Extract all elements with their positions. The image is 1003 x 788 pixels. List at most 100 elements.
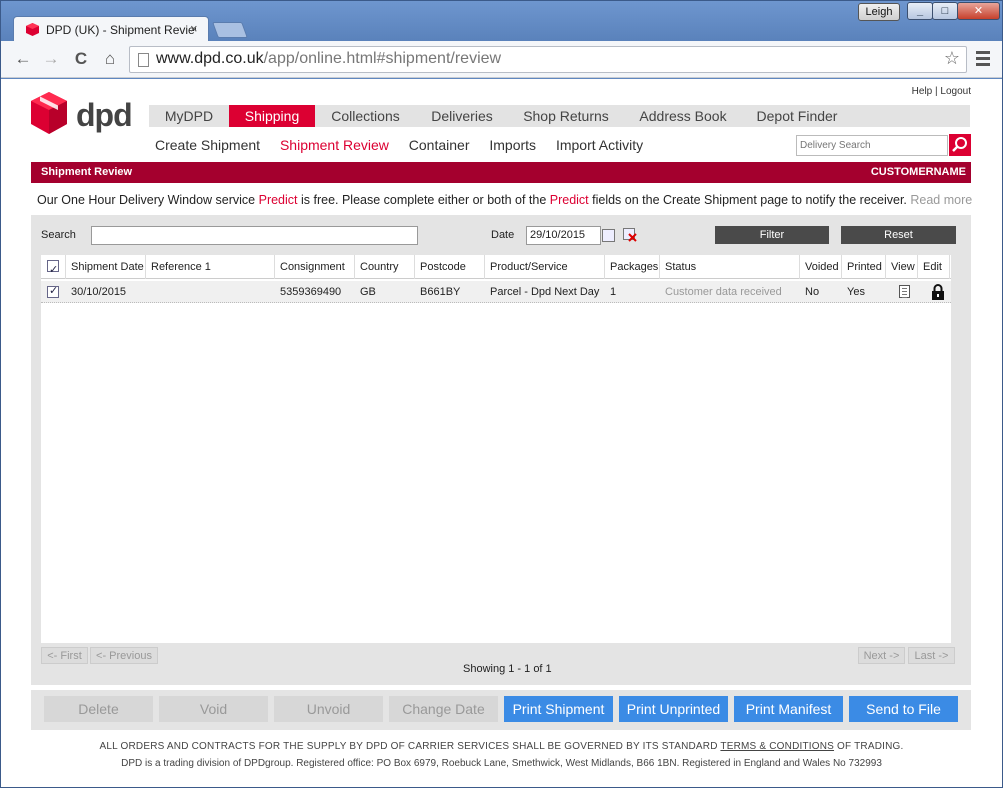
subnav-import-activity[interactable]: Import Activity [556, 137, 643, 153]
dpd-logo[interactable]: dpd [31, 92, 133, 138]
void-button[interactable]: Void [159, 696, 268, 722]
nav-collections[interactable]: Collections [319, 105, 412, 127]
footer-registration: DPD is a trading division of DPDgroup. R… [121, 758, 882, 769]
filter-button[interactable]: Filter [715, 226, 829, 244]
last-page-button[interactable]: Last -> [908, 647, 955, 664]
date-label: Date [491, 229, 515, 241]
send-to-file-button[interactable]: Send to File [849, 696, 958, 722]
cell-consignment: 5359369490 [280, 286, 342, 298]
col-product-service[interactable]: Product/Service [485, 255, 605, 279]
nav-shipping[interactable]: Shipping [229, 105, 315, 127]
url-text: www.dpd.co.uk/app/online.html#shipment/r… [156, 50, 502, 67]
main-nav: MyDPD Shipping Collections Deliveries Sh… [149, 105, 970, 127]
browser-toolbar: ← → C ⌂ www.dpd.co.uk/app/online.html#sh… [1, 41, 1002, 78]
maximize-button[interactable]: □ [932, 2, 958, 20]
home-icon[interactable]: ⌂ [100, 49, 120, 69]
calendar-icon[interactable] [602, 229, 615, 242]
nav-mydpd[interactable]: MyDPD [149, 105, 229, 127]
back-icon[interactable]: ← [13, 49, 33, 69]
new-tab-button[interactable] [212, 22, 248, 38]
select-all-cell [41, 255, 66, 282]
cell-status: Customer data received [665, 286, 782, 298]
menu-icon[interactable] [976, 51, 990, 67]
browser-tab[interactable]: DPD (UK) - Shipment Review × [13, 16, 209, 42]
cell-country: GB [360, 286, 376, 298]
col-consignment[interactable]: Consignment [275, 255, 355, 279]
nav-address-book[interactable]: Address Book [633, 105, 733, 127]
tab-title: DPD (UK) - Shipment Review [46, 23, 196, 37]
profile-user-button[interactable]: Leigh [858, 3, 900, 21]
review-panel: Search Date 29/10/2015 Filter Reset Ship… [31, 215, 971, 685]
predict-highlight: Predict [258, 193, 298, 207]
grid-header: Shipment Date Reference 1 Consignment Co… [41, 255, 951, 282]
search-input[interactable] [91, 226, 418, 245]
cell-product: Parcel - Dpd Next Day [490, 286, 600, 298]
cell-packages: 1 [610, 286, 617, 298]
col-postcode[interactable]: Postcode [415, 255, 485, 279]
subnav-container[interactable]: Container [409, 137, 470, 153]
print-shipment-button[interactable]: Print Shipment [504, 696, 613, 722]
col-view[interactable]: View [886, 255, 918, 279]
browser-window: DPD (UK) - Shipment Review × Leigh _ □ ✕… [0, 0, 1003, 788]
cell-shipment-date: 30/10/2015 [71, 286, 127, 298]
logo-wordmark: dpd [76, 97, 133, 133]
action-bar: Delete Void Unvoid Change Date Print Shi… [31, 690, 971, 730]
shipments-grid: Shipment Date Reference 1 Consignment Co… [41, 255, 951, 643]
col-status[interactable]: Status [660, 255, 800, 279]
reload-icon[interactable]: C [71, 49, 91, 69]
link-separator: | [935, 86, 938, 97]
forward-icon[interactable]: → [41, 49, 61, 69]
minimize-button[interactable]: _ [907, 2, 933, 20]
bookmark-star-icon[interactable]: ☆ [944, 48, 960, 69]
unvoid-button[interactable]: Unvoid [274, 696, 383, 722]
subnav-create-shipment[interactable]: Create Shipment [155, 137, 260, 153]
nav-deliveries[interactable]: Deliveries [417, 105, 507, 127]
change-date-button[interactable]: Change Date [389, 696, 498, 722]
next-page-button[interactable]: Next -> [858, 647, 905, 664]
clear-date-icon[interactable] [623, 228, 637, 242]
logout-link[interactable]: Logout [940, 86, 971, 97]
read-more-link[interactable]: Read more [910, 193, 972, 207]
customer-name: CUSTOMERNAME [870, 166, 966, 178]
col-printed[interactable]: Printed [842, 255, 886, 279]
shipment-review-banner: Shipment Review CUSTOMERNAME [31, 162, 971, 183]
delete-button[interactable]: Delete [44, 696, 153, 722]
search-label: Search [41, 229, 76, 241]
title-bar: DPD (UK) - Shipment Review × Leigh _ □ ✕ [1, 1, 1002, 42]
delivery-search-input[interactable] [796, 135, 948, 156]
col-packages[interactable]: Packages [605, 255, 660, 279]
pagination-status: Showing 1 - 1 of 1 [463, 663, 552, 675]
tab-close-icon[interactable]: × [190, 21, 198, 36]
web-page: dpd Help | Logout MyDPD Shipping Collect… [1, 79, 1002, 787]
lock-icon[interactable] [931, 284, 945, 300]
col-country[interactable]: Country [355, 255, 415, 279]
page-icon [138, 53, 149, 67]
help-link[interactable]: Help [912, 86, 933, 97]
nav-shop-returns[interactable]: Shop Returns [517, 105, 615, 127]
predict-message: Our One Hour Delivery Window service Pre… [37, 193, 973, 207]
print-unprinted-button[interactable]: Print Unprinted [619, 696, 728, 722]
close-window-button[interactable]: ✕ [957, 2, 1000, 20]
date-input[interactable]: 29/10/2015 [526, 226, 601, 245]
select-all-checkbox[interactable] [47, 258, 59, 282]
subnav-imports[interactable]: Imports [489, 137, 536, 153]
col-shipment-date[interactable]: Shipment Date [66, 255, 146, 279]
col-edit[interactable]: Edit [918, 255, 950, 279]
print-manifest-button[interactable]: Print Manifest [734, 696, 843, 722]
reset-button[interactable]: Reset [841, 226, 956, 244]
cell-printed: Yes [847, 286, 865, 298]
nav-depot-finder[interactable]: Depot Finder [749, 105, 845, 127]
search-button[interactable] [949, 134, 971, 156]
terms-link[interactable]: TERMS & CONDITIONS [720, 741, 834, 752]
view-document-icon[interactable] [899, 285, 910, 298]
col-reference-1[interactable]: Reference 1 [146, 255, 275, 279]
row-checkbox[interactable] [47, 284, 59, 298]
previous-page-button[interactable]: <- Previous [90, 647, 158, 664]
first-page-button[interactable]: <- First [41, 647, 88, 664]
subnav-shipment-review[interactable]: Shipment Review [280, 137, 389, 153]
address-bar[interactable]: www.dpd.co.uk/app/online.html#shipment/r… [129, 46, 967, 73]
cell-reference [146, 281, 151, 303]
cell-voided: No [805, 286, 820, 298]
col-voided[interactable]: Voided [800, 255, 842, 279]
table-row[interactable]: 30/10/2015 5359369490 GB B661BY Parcel -… [41, 281, 951, 303]
